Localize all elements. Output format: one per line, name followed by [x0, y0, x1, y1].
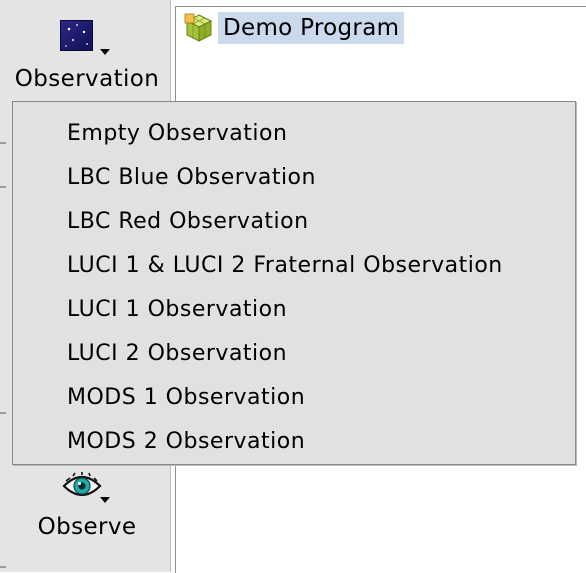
divider: [0, 566, 6, 568]
observe-button[interactable]: Observe: [8, 466, 166, 558]
tree-node-label[interactable]: Demo Program: [218, 12, 405, 44]
observation-button[interactable]: Observation: [8, 8, 166, 100]
program-cube-icon: [184, 13, 213, 42]
observe-button-label: Observe: [37, 514, 137, 540]
menu-item-label: LUCI 1 Observation: [67, 297, 288, 322]
divider: [0, 142, 6, 144]
observation-sky-icon: [60, 20, 93, 51]
menu-item-empty-observation[interactable]: Empty Observation: [13, 110, 575, 154]
menu-item-label: MODS 1 Observation: [67, 385, 306, 410]
menu-item-label: MODS 2 Observation: [67, 429, 306, 454]
menu-item-luci-2-observation[interactable]: LUCI 2 Observation: [13, 330, 575, 374]
menu-item-mods-2-observation[interactable]: MODS 2 Observation: [13, 418, 575, 462]
chevron-down-icon: [100, 497, 110, 503]
menu-item-lbc-blue-observation[interactable]: LBC Blue Observation: [13, 154, 575, 198]
divider: [0, 186, 6, 188]
menu-item-label: LUCI 2 Observation: [67, 341, 288, 366]
menu-item-label: LBC Red Observation: [67, 209, 309, 234]
observation-button-label: Observation: [14, 66, 160, 92]
menu-item-label: LBC Blue Observation: [67, 165, 316, 190]
divider: [0, 412, 6, 414]
menu-item-luci-fraternal-observation[interactable]: LUCI 1 & LUCI 2 Fraternal Observation: [13, 242, 575, 286]
menu-item-label: Empty Observation: [67, 121, 288, 146]
menu-item-mods-1-observation[interactable]: MODS 1 Observation: [13, 374, 575, 418]
chevron-down-icon: [100, 49, 110, 55]
menu-item-lbc-red-observation[interactable]: LBC Red Observation: [13, 198, 575, 242]
menu-item-label: LUCI 1 & LUCI 2 Fraternal Observation: [67, 253, 503, 278]
eye-icon: [62, 472, 102, 497]
menu-item-luci-1-observation[interactable]: LUCI 1 Observation: [13, 286, 575, 330]
observation-dropdown-menu: Empty Observation LBC Blue Observation L…: [12, 101, 576, 465]
